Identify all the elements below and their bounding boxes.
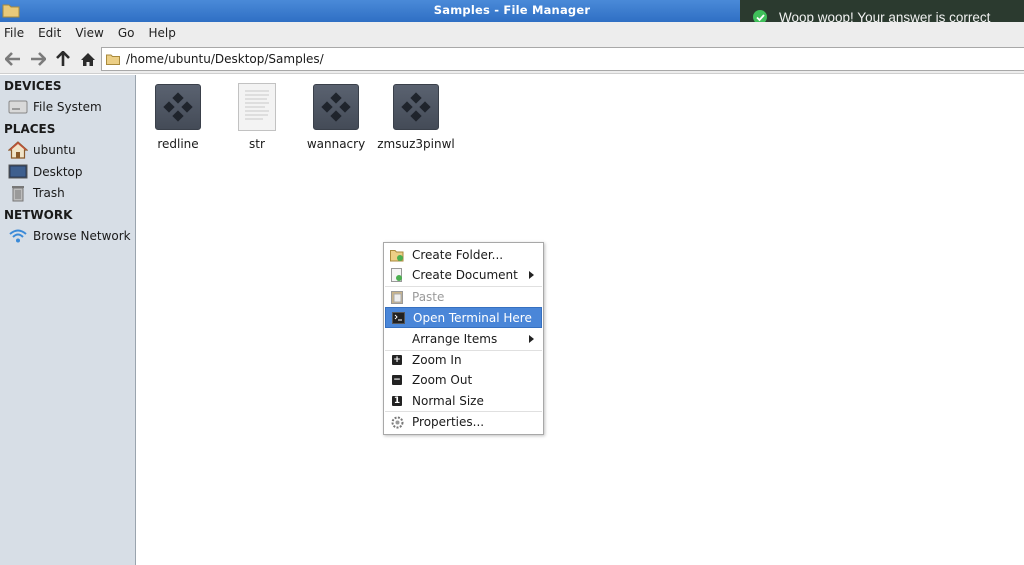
sidebar-item-browse-network[interactable]: Browse Network	[8, 226, 131, 246]
submenu-arrow-icon	[529, 271, 534, 279]
new-folder-icon	[390, 248, 404, 262]
zoom-out-icon: −	[392, 375, 402, 385]
arrow-left-icon	[5, 52, 20, 66]
sidebar-item-ubuntu[interactable]: ubuntu	[8, 140, 76, 160]
file-view[interactable]: redline str wannacry zmsuz3pinwl	[137, 75, 1024, 565]
sidebar-item-label: File System	[33, 100, 102, 114]
sidebar-item-label: ubuntu	[33, 143, 76, 157]
menu-item-arrange-items[interactable]: Arrange Items	[385, 329, 542, 349]
trash-icon	[8, 184, 28, 202]
file-item-str[interactable]: str	[217, 83, 297, 151]
zoom-normal-icon: 1	[392, 396, 402, 406]
submenu-arrow-icon	[529, 335, 534, 343]
menu-item-label: Normal Size	[412, 394, 484, 408]
file-name: wannacry	[306, 137, 366, 151]
sidebar-item-desktop[interactable]: Desktop	[8, 162, 83, 182]
file-item-wannacry[interactable]: wannacry	[296, 83, 376, 151]
file-name: redline	[157, 137, 199, 151]
menu-item-open-terminal[interactable]: Open Terminal Here	[385, 307, 542, 328]
menu-item-icon-spacer	[390, 332, 404, 346]
menu-help[interactable]: Help	[148, 26, 175, 40]
menu-edit[interactable]: Edit	[38, 26, 61, 40]
menu-item-zoom-out[interactable]: − Zoom Out	[385, 370, 542, 390]
sidebar-heading-places: PLACES	[4, 122, 56, 136]
home-icon	[81, 52, 95, 66]
zoom-in-icon: +	[392, 355, 402, 365]
menu-bar: File Edit View Go Help	[0, 22, 1024, 44]
menu-item-label: Properties...	[412, 415, 485, 429]
location-bar[interactable]: /home/ubuntu/Desktop/Samples/	[101, 47, 1024, 71]
desktop-icon	[8, 163, 28, 181]
properties-icon	[390, 415, 404, 429]
context-menu: Create Folder... Create Document Paste O…	[383, 242, 544, 435]
menu-item-label: Create Document	[412, 268, 518, 282]
sidebar-heading-network: NETWORK	[4, 208, 73, 222]
sidebar-heading-devices: DEVICES	[4, 79, 62, 93]
folder-icon	[106, 54, 120, 65]
menu-item-label: Open Terminal Here	[413, 310, 532, 325]
arrow-right-icon	[31, 52, 46, 66]
menu-item-label: Create Folder...	[412, 248, 504, 262]
executable-icon	[392, 83, 440, 131]
up-button[interactable]	[54, 50, 72, 68]
text-file-icon	[233, 83, 281, 131]
menu-go[interactable]: Go	[118, 26, 135, 40]
sidebar-item-label: Browse Network	[33, 229, 131, 243]
menu-view[interactable]: View	[75, 26, 103, 40]
sidebar: DEVICES File System PLACES ubuntu Deskto…	[0, 75, 136, 565]
arrow-up-icon	[56, 51, 70, 66]
menu-item-zoom-in[interactable]: + Zoom In	[385, 350, 542, 370]
menu-item-label: Zoom In	[412, 353, 462, 367]
new-document-icon	[390, 268, 404, 282]
drive-icon	[8, 98, 28, 116]
menu-file[interactable]: File	[4, 26, 24, 40]
toolbar: /home/ubuntu/Desktop/Samples/	[0, 44, 1024, 74]
terminal-icon	[391, 311, 405, 325]
file-name: zmsuz3pinwl	[377, 137, 455, 151]
location-path: /home/ubuntu/Desktop/Samples/	[126, 52, 324, 66]
menu-item-create-folder[interactable]: Create Folder...	[385, 245, 542, 265]
home-icon	[8, 141, 28, 159]
menu-item-label: Paste	[412, 290, 445, 304]
executable-icon	[154, 83, 202, 131]
menu-item-create-document[interactable]: Create Document	[385, 265, 542, 285]
menu-item-label: Arrange Items	[412, 332, 498, 346]
menu-item-normal-size[interactable]: 1 Normal Size	[385, 391, 542, 411]
home-button[interactable]	[79, 50, 97, 68]
menu-item-paste[interactable]: Paste	[385, 287, 542, 307]
executable-icon	[312, 83, 360, 131]
back-button[interactable]	[4, 50, 22, 68]
forward-button[interactable]	[29, 50, 47, 68]
sidebar-item-label: Desktop	[33, 165, 83, 179]
menu-item-label: Zoom Out	[412, 373, 473, 387]
sidebar-item-label: Trash	[33, 186, 65, 200]
menu-item-properties[interactable]: Properties...	[385, 412, 542, 432]
file-item-zmsuz3pinwl[interactable]: zmsuz3pinwl	[376, 83, 456, 151]
paste-icon	[390, 290, 404, 304]
sidebar-item-file-system[interactable]: File System	[8, 97, 102, 117]
file-item-redline[interactable]: redline	[138, 83, 218, 151]
wifi-icon	[8, 227, 28, 245]
sidebar-item-trash[interactable]: Trash	[8, 183, 65, 203]
file-name: str	[249, 137, 265, 151]
